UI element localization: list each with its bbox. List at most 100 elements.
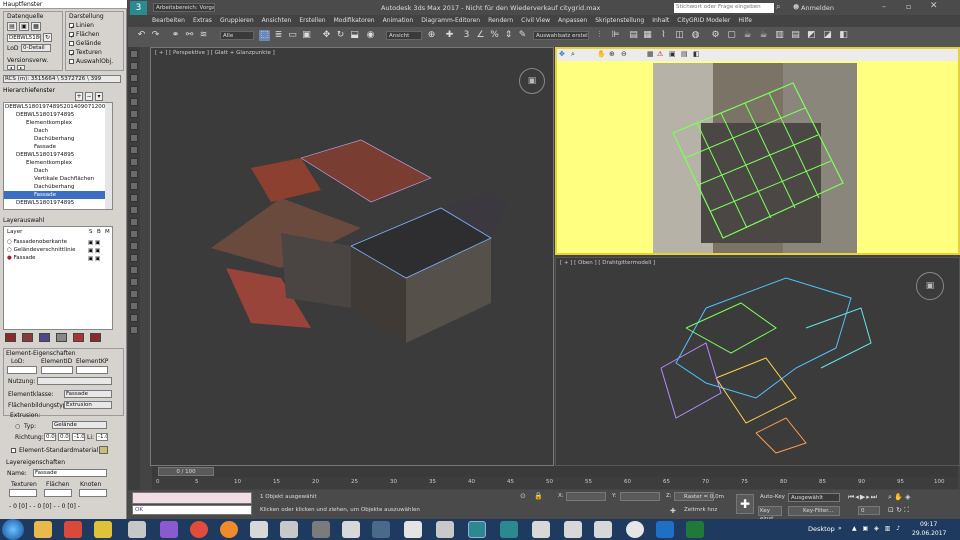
- percent-snap-icon[interactable]: %: [489, 30, 500, 41]
- tree-filter-icon[interactable]: ▾: [95, 92, 103, 101]
- set-key-icon[interactable]: ✚: [736, 494, 754, 514]
- bind-icon[interactable]: ≋: [198, 30, 209, 41]
- user-icon[interactable]: ☻: [793, 4, 799, 11]
- zoom-out-icon[interactable]: ⊖: [621, 50, 627, 58]
- strip-tool-icon[interactable]: [130, 158, 138, 166]
- app-icon[interactable]: [626, 521, 644, 538]
- elementkp-field[interactable]: [76, 366, 108, 374]
- strip-tool-icon[interactable]: [130, 122, 138, 130]
- layer-name-field[interactable]: Fassade: [33, 469, 107, 477]
- tree-node[interactable]: Dach: [4, 127, 112, 135]
- curve-editor-icon[interactable]: ⌇: [658, 30, 669, 41]
- system-tray-icons[interactable]: ▲ ▣ ◈ ▥ ♪: [852, 525, 902, 532]
- clock-date[interactable]: 29.06.2017: [912, 530, 946, 537]
- auswahlobj-checkbox[interactable]: [69, 59, 74, 64]
- strip-tool-icon[interactable]: [130, 230, 138, 238]
- flaechen-field[interactable]: [44, 489, 72, 497]
- hierarchy-tree[interactable]: DEBWL51801974895201409071200002 DEBWL518…: [3, 102, 113, 210]
- menu-animation[interactable]: Animation: [379, 15, 418, 27]
- 3dsmax-taskbar-icon[interactable]: [468, 521, 486, 538]
- snap-icon[interactable]: 3: [461, 30, 472, 41]
- strip-tool-icon[interactable]: [130, 74, 138, 82]
- clock-time[interactable]: 09:17: [920, 521, 937, 528]
- window-select-icon[interactable]: ▣: [301, 30, 312, 41]
- flaechen-checkbox[interactable]: ✓: [69, 32, 75, 40]
- link-icon[interactable]: ⚭: [170, 30, 181, 41]
- gelaende-checkbox[interactable]: [69, 41, 74, 46]
- tree-node[interactable]: Dach: [4, 167, 112, 175]
- tree-node-selected[interactable]: Fassade: [4, 191, 112, 199]
- named-sel-icon[interactable]: ✎: [517, 30, 528, 41]
- app-icon[interactable]: [94, 521, 112, 538]
- citygrid-tool-icon[interactable]: ◪: [822, 30, 833, 41]
- 3dsmax-taskbar-icon[interactable]: [500, 521, 518, 538]
- menu-hilfe[interactable]: Hilfe: [734, 15, 756, 27]
- spinner-snap-icon[interactable]: ⇕: [503, 30, 514, 41]
- navigation-tools-icon[interactable]: ⊡ ↻ ⛶: [888, 506, 909, 515]
- outlook-icon[interactable]: [656, 521, 674, 538]
- zoom-in-icon[interactable]: ⊕: [609, 50, 615, 58]
- elementid-field[interactable]: [41, 366, 73, 374]
- tree-node[interactable]: Vertikale Dachflächen: [4, 175, 112, 183]
- darstellung-option[interactable]: Gelände: [69, 40, 101, 47]
- strip-tool-icon[interactable]: [130, 98, 138, 106]
- track-ruler[interactable]: 0 5 10 15 20 25 30 35 40 45 50 55 60 65 …: [152, 477, 958, 489]
- add-time-tag-icon[interactable]: ✚: [670, 507, 676, 515]
- darstellung-option[interactable]: ✓Texturen: [69, 49, 102, 58]
- listener-output[interactable]: OK: [132, 505, 252, 515]
- klasse-select[interactable]: Fassade: [64, 390, 112, 398]
- manipulate-icon[interactable]: ✚: [444, 30, 455, 41]
- firefox-icon[interactable]: [220, 521, 238, 538]
- desktop-toolbar-label[interactable]: Desktop: [808, 525, 835, 533]
- set-key-button[interactable]: Key einst.: [758, 506, 782, 522]
- strip-tool-icon[interactable]: [130, 194, 138, 202]
- schematic-icon[interactable]: ◫: [674, 30, 685, 41]
- menu-skript[interactable]: Skriptenstellung: [591, 15, 648, 27]
- layer-icon[interactable]: ▤: [628, 30, 639, 41]
- strip-tool-icon[interactable]: [130, 146, 138, 154]
- rect-select-icon[interactable]: ▭: [287, 30, 298, 41]
- app-icon[interactable]: [250, 521, 268, 538]
- strip-tool-icon[interactable]: [130, 62, 138, 70]
- material-editor-icon[interactable]: ◍: [690, 30, 701, 41]
- app-icon[interactable]: [342, 521, 360, 538]
- app-icon[interactable]: [436, 521, 454, 538]
- menu-ansichten[interactable]: Ansichten: [258, 15, 296, 27]
- darstellung-option[interactable]: ✓Flächen: [69, 31, 99, 40]
- y-coord-field[interactable]: [620, 492, 660, 501]
- app-icon[interactable]: [312, 521, 330, 538]
- layer-tool-icon[interactable]: [39, 333, 50, 342]
- image-tool-icon[interactable]: ▤: [681, 50, 688, 58]
- version-next-icon[interactable]: ▸: [17, 65, 25, 70]
- strip-tool-icon[interactable]: [130, 302, 138, 310]
- select-icon[interactable]: ⬚: [259, 30, 270, 41]
- pan-icon[interactable]: ✋: [597, 50, 606, 58]
- darstellung-option[interactable]: ✓Linien: [69, 22, 94, 31]
- layer-checkboxes[interactable]: ▣ ▣ ▣ ▣ ▣ ▣: [88, 239, 100, 263]
- maximize-icon[interactable]: ▫: [906, 2, 911, 11]
- citygrid-tool-icon[interactable]: ▥: [774, 30, 785, 41]
- layer-row[interactable]: ○ Fassadenoberkante: [7, 239, 67, 246]
- texturen-field[interactable]: [9, 489, 37, 497]
- viewcube-icon[interactable]: ▣: [916, 272, 944, 300]
- app-icon[interactable]: [594, 521, 612, 538]
- strip-tool-icon[interactable]: [130, 206, 138, 214]
- richtung-z[interactable]: -1.00: [72, 433, 85, 441]
- menu-erstellen[interactable]: Erstellen: [295, 15, 329, 27]
- refresh-icon[interactable]: ↻: [43, 33, 52, 42]
- tray-chevron-icon[interactable]: »: [838, 525, 842, 532]
- isolate-icon[interactable]: ⊙: [520, 492, 526, 500]
- layer-tool-icon[interactable]: [90, 333, 101, 342]
- typ-radio[interactable]: ○: [15, 423, 20, 430]
- key-filter-button[interactable]: Key-Filter...: [788, 506, 840, 516]
- time-slider[interactable]: 0 / 100: [152, 466, 958, 477]
- strip-tool-icon[interactable]: [130, 326, 138, 334]
- playback-controls-icon[interactable]: ⏮◂▶▸⏭: [848, 493, 878, 502]
- strip-tool-icon[interactable]: [130, 266, 138, 274]
- perspective-viewport[interactable]: [ + ] [ Perspektive ] [ Glatt + Glanzpun…: [150, 47, 554, 466]
- strip-tool-icon[interactable]: [130, 110, 138, 118]
- menu-rendern[interactable]: Rendern: [484, 15, 517, 27]
- image-tool-icon[interactable]: ▣: [669, 50, 676, 58]
- li-field[interactable]: -1.00: [96, 433, 108, 441]
- richtung-y[interactable]: 0.00: [58, 433, 70, 441]
